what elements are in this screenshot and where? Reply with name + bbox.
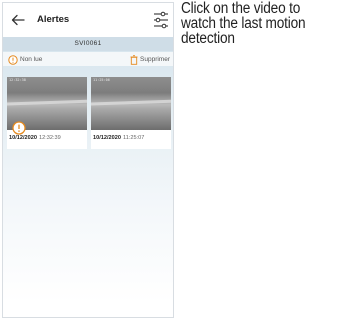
alert-date: 10/12/2020: [9, 135, 37, 141]
device-name-bar: SVI0061: [3, 37, 173, 51]
delete-label: Supprimer: [140, 56, 170, 63]
alert-circle-icon: [8, 54, 18, 65]
alert-card[interactable]: 12:32:38 10/12/2020 12:32:39: [7, 77, 87, 149]
thumbnail-timestamp: 12:32:38: [9, 78, 26, 82]
alert-time: 12:32:39: [39, 135, 61, 141]
trash-icon: [130, 54, 138, 65]
app-header: Alertes: [3, 3, 173, 37]
delete-button[interactable]: Supprimer: [130, 54, 170, 65]
page-title: Alertes: [37, 14, 70, 25]
alert-card[interactable]: 11:25:06 10/12/2020 11:25:07: [91, 77, 171, 149]
phone-screen: Alertes SVI0061 Non lue Supprimer 12:32:…: [2, 2, 174, 318]
instruction-caption: Click on the video to watch the last mot…: [181, 0, 306, 47]
alert-datetime: 10/12/2020 11:25:07: [93, 135, 144, 141]
sliders-icon[interactable]: [153, 11, 169, 29]
unread-label: Non lue: [20, 56, 43, 63]
alert-actions-bar: Non lue Supprimer: [3, 52, 173, 66]
video-thumbnail[interactable]: 11:25:06: [91, 77, 171, 130]
arrow-left-icon[interactable]: [10, 12, 26, 28]
unread-alert-icon: [12, 121, 26, 135]
alert-time: 11:25:07: [123, 135, 145, 141]
alert-date: 10/12/2020: [93, 135, 121, 141]
unread-filter-button[interactable]: Non lue: [8, 54, 42, 65]
alert-datetime: 10/12/2020 12:32:39: [9, 135, 61, 141]
thumbnail-timestamp: 11:25:06: [93, 78, 110, 82]
